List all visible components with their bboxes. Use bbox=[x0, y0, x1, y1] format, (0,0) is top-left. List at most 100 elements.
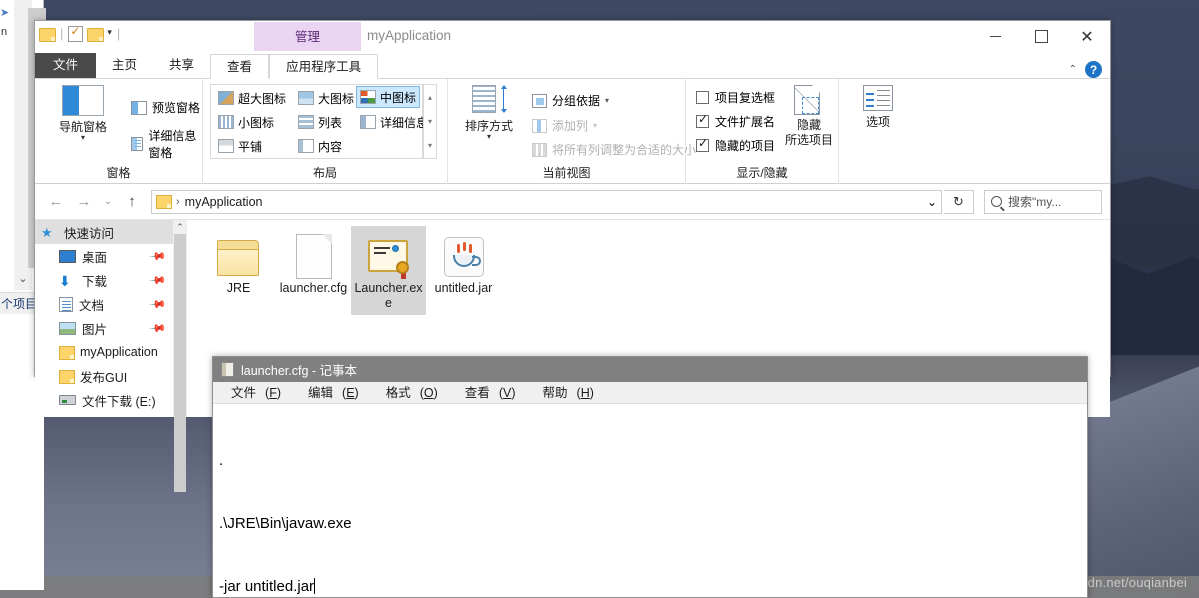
sidebar-item-publish-gui[interactable]: 发布GUI bbox=[35, 364, 173, 388]
navigation-pane-scrollbar[interactable]: ⌃ bbox=[173, 220, 187, 492]
layout-small-icons[interactable]: 小图标 bbox=[215, 111, 277, 133]
file-extensions-row[interactable]: 文件扩展名 bbox=[696, 112, 775, 130]
pin-icon[interactable]: 📌 bbox=[149, 319, 168, 337]
file-item-label: launcher.cfg bbox=[279, 281, 348, 295]
pin-icon[interactable]: 📌 bbox=[149, 295, 168, 313]
chevron-down-icon[interactable]: ▾ bbox=[456, 133, 522, 141]
notepad-window[interactable]: launcher.cfg - 记事本 文件 (F) 编辑 (E) 格式 (O) 查看(… bbox=[212, 356, 1088, 598]
properties-icon[interactable] bbox=[68, 24, 84, 42]
menu-help[interactable]: 帮助 (H) bbox=[525, 382, 603, 404]
ribbon-group-options: 选项 bbox=[839, 79, 917, 184]
recent-locations-button[interactable]: ⌄ bbox=[99, 189, 117, 215]
layout-details[interactable]: 详细信息 bbox=[357, 111, 431, 133]
sidebar-item-desktop[interactable]: 桌面 📌 bbox=[35, 244, 173, 268]
layout-tiles[interactable]: 平铺 bbox=[215, 135, 265, 157]
sidebar-item-myapplication[interactable]: myApplication bbox=[35, 340, 173, 364]
layout-gallery[interactable]: 超大图标 大图标 中图标 小图标 列表 详细信息 平铺 内容 bbox=[210, 84, 428, 159]
new-folder-icon[interactable] bbox=[87, 27, 105, 42]
minimize-button[interactable] bbox=[972, 21, 1018, 52]
sidebar-item-pictures[interactable]: 图片 📌 bbox=[35, 316, 173, 340]
hidden-items-checkbox[interactable] bbox=[696, 136, 709, 152]
file-explorer-window[interactable]: | ▾ | 管理 myApplication ✕ 文件 主页 共享 查看 应用程… bbox=[34, 20, 1111, 492]
hidden-items-row[interactable]: 隐藏的项目 bbox=[696, 136, 775, 154]
chevron-down-icon[interactable]: ▾ bbox=[593, 121, 597, 130]
close-button[interactable]: ✕ bbox=[1064, 21, 1110, 52]
details-pane-button[interactable]: 详细信息窗格 bbox=[131, 127, 202, 161]
chevron-down-icon[interactable]: ▾ bbox=[45, 134, 121, 142]
tab-home[interactable]: 主页 bbox=[96, 53, 153, 78]
sidebar-item-new-folder[interactable]: 新建文件夹 bbox=[35, 412, 173, 417]
customize-dropdown-icon[interactable]: ▾ bbox=[107, 27, 112, 41]
breadcrumb-separator[interactable]: › bbox=[176, 196, 180, 208]
window-controls[interactable]: ✕ bbox=[972, 21, 1110, 52]
gallery-more-icon[interactable]: ▾ bbox=[428, 141, 432, 150]
file-item-untitled-jar[interactable]: untitled.jar bbox=[426, 226, 501, 300]
folder-icon[interactable] bbox=[39, 27, 56, 42]
help-icon[interactable]: ? bbox=[1085, 61, 1102, 78]
breadcrumb-current[interactable]: myApplication bbox=[185, 195, 263, 209]
tab-app-tools[interactable]: 应用程序工具 bbox=[269, 54, 379, 79]
sort-by-button[interactable]: 排序方式 ▾ bbox=[456, 85, 522, 141]
address-input[interactable]: › myApplication ⌄ bbox=[151, 189, 942, 214]
address-bar[interactable]: ← → ⌄ ↑ › myApplication ⌄ ↻ 搜索"my... bbox=[35, 184, 1110, 220]
explorer-titlebar[interactable]: | ▾ | 管理 myApplication ✕ bbox=[35, 21, 1110, 54]
add-columns-button[interactable]: 添加列 ▾ bbox=[532, 117, 597, 134]
pin-icon[interactable]: 📌 bbox=[149, 271, 168, 289]
sidebar-item-download-drive[interactable]: 文件下载 (E:) bbox=[35, 388, 173, 412]
menu-file[interactable]: 文件 (F) bbox=[213, 382, 290, 404]
hide-selected-items-button[interactable]: 隐藏 所选项目 bbox=[781, 85, 837, 147]
notepad-menubar[interactable]: 文件 (F) 编辑 (E) 格式 (O) 查看 (V) 帮助 (H) bbox=[213, 382, 1087, 404]
quick-access-toolbar[interactable]: | ▾ | bbox=[39, 24, 121, 42]
layout-list[interactable]: 列表 bbox=[295, 111, 345, 133]
item-checkboxes-checkbox[interactable] bbox=[696, 91, 709, 104]
menu-edit[interactable]: 编辑 (E) bbox=[290, 382, 368, 404]
layout-content[interactable]: 内容 bbox=[295, 135, 345, 157]
refresh-button[interactable]: ↻ bbox=[944, 189, 974, 214]
scroll-up-icon[interactable]: ▴ bbox=[428, 93, 432, 102]
tab-share[interactable]: 共享 bbox=[153, 53, 210, 78]
ribbon-tabstrip[interactable]: 文件 主页 共享 查看 应用程序工具 ⌃ ? bbox=[35, 53, 1110, 79]
notepad-text-area[interactable]: . .\JRE\Bin\javaw.exe -jar untitled.jar bbox=[213, 404, 1087, 597]
file-item-jre[interactable]: JRE bbox=[201, 226, 276, 300]
group-by-button[interactable]: 分组依据 ▾ bbox=[532, 92, 609, 109]
search-input[interactable]: 搜索"my... bbox=[984, 189, 1102, 214]
background-window-scrollbar[interactable] bbox=[14, 0, 46, 290]
chevron-down-icon[interactable]: ▾ bbox=[605, 96, 609, 105]
menu-format[interactable]: 格式 (O) bbox=[368, 382, 447, 404]
menu-view[interactable]: 查看 (V) bbox=[447, 382, 525, 404]
navigation-pane[interactable]: ★ 快速访问 桌面 📌 ⬇ 下载 📌 文档 📌 图片 📌 myApplicati… bbox=[35, 220, 173, 417]
ribbon[interactable]: 导航窗格 ▾ 预览窗格 详细信息窗格 窗格 超大图标 大图标 中图标 小图标 列… bbox=[35, 79, 1110, 184]
folder-icon bbox=[156, 195, 172, 209]
sidebar-item-quick-access[interactable]: ★ 快速访问 bbox=[35, 220, 173, 244]
scroll-up-icon[interactable]: ⌃ bbox=[173, 220, 187, 234]
sidebar-item-documents[interactable]: 文档 📌 bbox=[35, 292, 173, 316]
scroll-down-icon[interactable]: ▾ bbox=[428, 117, 432, 126]
navigation-pane-button[interactable]: 导航窗格 ▾ bbox=[45, 85, 121, 142]
layout-gallery-scrollbar[interactable]: ▴ ▾ ▾ bbox=[423, 84, 437, 159]
background-window-scroll-down-icon[interactable]: ⌄ bbox=[14, 270, 32, 288]
file-item-launcher-exe[interactable]: Launcher.exe bbox=[351, 226, 426, 315]
pin-icon[interactable]: 📌 bbox=[149, 247, 168, 265]
size-columns-to-fit-button[interactable]: 将所有列调整为合适的大小 bbox=[532, 141, 696, 158]
layout-extra-large-icons[interactable]: 超大图标 bbox=[215, 87, 289, 109]
tab-view[interactable]: 查看 bbox=[210, 54, 270, 79]
notepad-titlebar[interactable]: launcher.cfg - 记事本 bbox=[213, 357, 1087, 382]
sidebar-item-downloads[interactable]: ⬇ 下载 📌 bbox=[35, 268, 173, 292]
options-button[interactable]: 选项 bbox=[851, 85, 905, 130]
scroll-thumb[interactable] bbox=[174, 234, 186, 492]
layout-medium-icons[interactable]: 中图标 bbox=[356, 86, 420, 108]
chevron-up-icon[interactable]: ⌃ bbox=[1069, 64, 1077, 75]
layout-large-icons[interactable]: 大图标 bbox=[295, 87, 357, 109]
back-button[interactable]: ← bbox=[43, 189, 69, 215]
file-extensions-checkbox[interactable] bbox=[696, 112, 709, 128]
file-item-launcher-cfg[interactable]: launcher.cfg bbox=[276, 226, 351, 300]
tab-file[interactable]: 文件 bbox=[35, 53, 97, 78]
contextual-tab-manage[interactable]: 管理 bbox=[254, 22, 361, 51]
preview-pane-button[interactable]: 预览窗格 bbox=[131, 99, 200, 116]
maximize-button[interactable] bbox=[1018, 21, 1064, 52]
up-button[interactable]: ↑ bbox=[119, 189, 145, 215]
forward-button[interactable]: → bbox=[71, 189, 97, 215]
address-dropdown-icon[interactable]: ⌄ bbox=[927, 195, 937, 209]
item-checkboxes-row[interactable]: 项目复选框 bbox=[696, 89, 775, 106]
ribbon-right-controls[interactable]: ⌃ ? bbox=[1069, 61, 1110, 78]
